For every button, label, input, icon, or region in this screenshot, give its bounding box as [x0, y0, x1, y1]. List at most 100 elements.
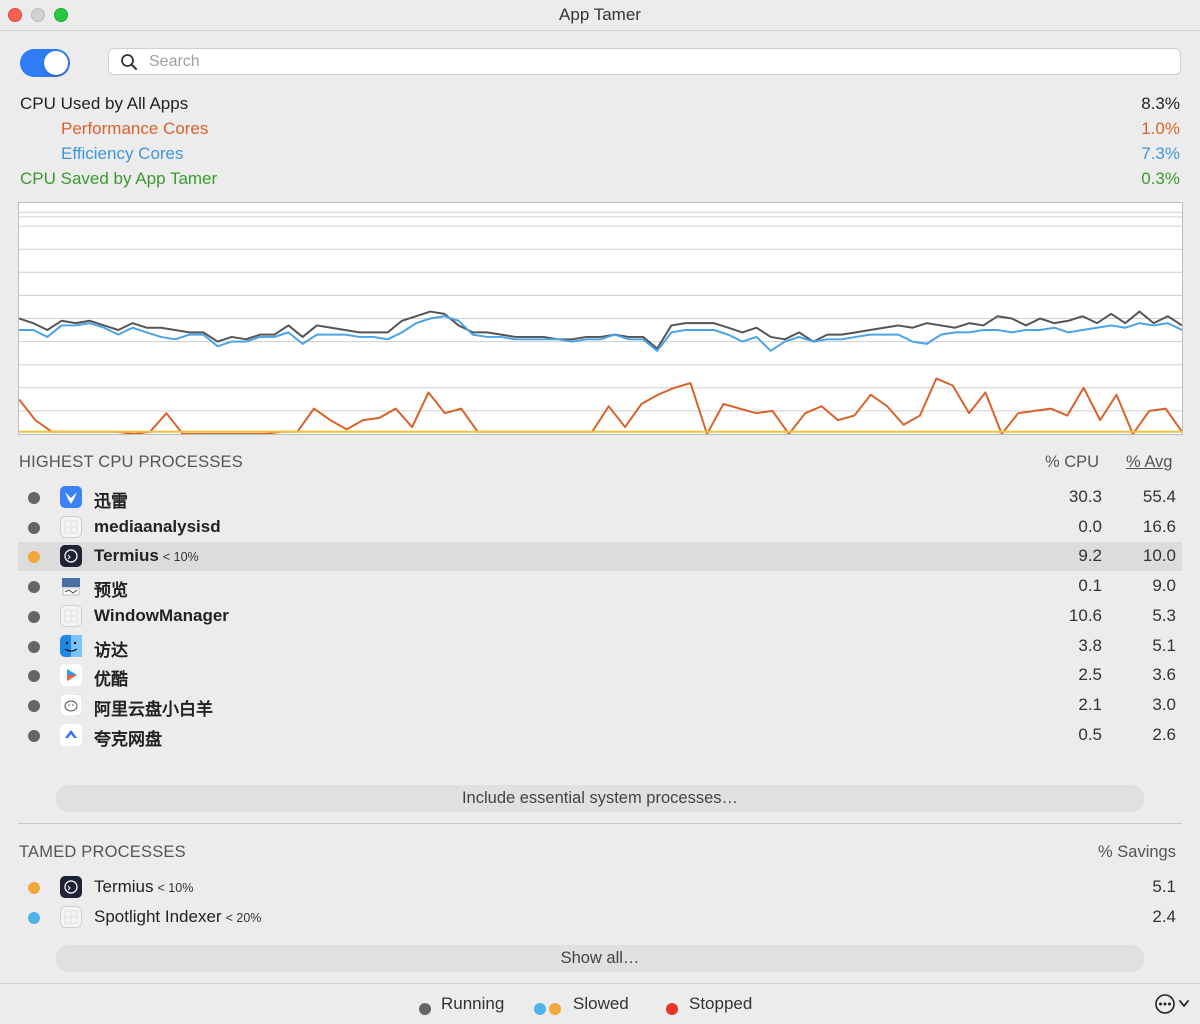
cpu-used-label: CPU Used by All Apps [20, 94, 189, 113]
process-name-text: 优酷 [94, 670, 128, 690]
quark-icon [60, 723, 82, 746]
process-row[interactable]: 优酷 2.5 3.6 [18, 661, 1182, 690]
search-input[interactable] [149, 49, 1149, 74]
youku-icon [60, 664, 82, 687]
status-dot-icon [28, 551, 40, 564]
process-name: 优酷 [94, 665, 128, 690]
include-system-processes-button[interactable]: Include essential system processes… [56, 785, 1144, 812]
process-row[interactable]: 预览 0.1 9.0 [18, 572, 1182, 601]
process-avg-value: 5.3 [1152, 605, 1176, 625]
efficiency-cores-value: 7.3% [1141, 144, 1180, 163]
process-cpu-value: 30.3 [1068, 487, 1102, 506]
process-cpu-value: 3.8 [1078, 635, 1102, 655]
generic-app-icon [60, 515, 82, 538]
process-name-text: 访达 [94, 640, 128, 660]
process-limit-tag: < 10% [162, 550, 199, 565]
tamed-processes-heading: TAMED PROCESSES [19, 843, 186, 861]
process-avg-value: 10.0 [1142, 546, 1176, 566]
legend-stopped: Stopped [689, 994, 753, 1013]
cpu-saved-label: CPU Saved by App Tamer [20, 169, 218, 188]
process-name-text: mediaanalysisd [94, 516, 221, 536]
process-limit-tag: < 20% [225, 911, 262, 925]
slowed-blue-dot-icon [534, 1003, 546, 1015]
app-window: App Tamer CPU Used by All Apps 8.3% Perf… [0, 0, 1200, 1024]
performance-cores-label: Performance Cores [61, 119, 209, 138]
process-name-text: 迅雷 [94, 492, 128, 511]
process-row[interactable]: mediaanalysisd 0.0 16.6 [18, 513, 1182, 542]
window-title: App Tamer [559, 5, 641, 24]
tamed-process-row[interactable]: Termius < 10% 5.1 [18, 873, 1182, 902]
process-cpu-value: 0.1 [1078, 576, 1102, 596]
stopped-dot-icon [666, 1003, 678, 1015]
status-dot-icon [28, 640, 40, 653]
more-options-icon[interactable] [1154, 993, 1194, 1015]
finder-icon [60, 634, 82, 657]
process-row[interactable]: 夸克网盘 0.5 2.6 [18, 721, 1182, 750]
process-name-text: Termius [94, 546, 159, 566]
process-avg-value: 16.6 [1142, 516, 1176, 536]
process-name: Termius < 10% [94, 546, 199, 566]
show-all-button[interactable]: Show all… [56, 945, 1144, 972]
process-name-text: 夸克网盘 [94, 729, 162, 749]
process-name: 预览 [94, 576, 128, 601]
status-dot-icon [28, 521, 40, 534]
savings-column-header[interactable]: % Savings [1098, 843, 1176, 862]
cpu-used-row: CPU Used by All Apps 8.3% [20, 94, 1180, 116]
process-name-text: 预览 [94, 581, 128, 601]
cpu-column-header[interactable]: % CPU [1045, 453, 1099, 472]
process-row[interactable]: 阿里云盘小白羊 2.1 3.0 [18, 691, 1182, 720]
section-divider [18, 823, 1182, 824]
performance-cores-value: 1.0% [1141, 119, 1180, 138]
running-dot-icon [419, 1003, 431, 1015]
process-name: WindowManager [94, 606, 229, 626]
process-cpu-value: 2.5 [1078, 665, 1102, 685]
process-cpu-value: 2.1 [1078, 694, 1102, 714]
performance-cores-line [19, 377, 1182, 434]
process-row[interactable]: 迅雷 30.3 55.4 [18, 483, 1182, 512]
efficiency-cores-row: Efficiency Cores 7.3% [20, 144, 1180, 166]
slowed-orange-dot-icon [549, 1003, 561, 1015]
process-name-text: Termius [94, 877, 154, 896]
process-cpu-value: 0.0 [1078, 516, 1102, 536]
process-row[interactable]: WindowManager 10.6 5.3 [18, 602, 1182, 631]
avg-column-header[interactable]: % Avg [1126, 453, 1172, 472]
cpu-history-chart [18, 202, 1183, 435]
status-dot-icon [28, 670, 40, 683]
sheep-icon [59, 693, 83, 717]
title-bar: App Tamer [0, 0, 1200, 31]
total-cpu-line [19, 310, 1182, 350]
process-cpu-value: 0.5 [1078, 724, 1102, 744]
generic-app-icon [60, 604, 82, 627]
process-avg-value: 55.4 [1142, 487, 1176, 506]
process-cpu-value: 9.2 [1078, 546, 1102, 566]
xunlei-icon [60, 486, 82, 508]
process-savings-value: 5.1 [1152, 877, 1176, 896]
tamed-process-row[interactable]: Spotlight Indexer < 20% 2.4 [18, 903, 1182, 932]
footer-divider [0, 983, 1200, 984]
generic-app-icon [60, 906, 82, 928]
status-dot-icon [28, 610, 40, 623]
process-cpu-value: 10.6 [1068, 605, 1102, 625]
process-name-text: WindowManager [94, 605, 229, 625]
toggle-knob [44, 51, 68, 75]
process-avg-value: 3.0 [1152, 694, 1176, 714]
process-row[interactable]: Termius < 10% 9.2 10.0 [18, 542, 1182, 572]
cpu-saved-value: 0.3% [1141, 169, 1180, 188]
status-dot-icon [28, 729, 40, 742]
status-dot-icon [28, 581, 40, 594]
process-avg-value: 3.6 [1152, 665, 1176, 685]
legend-slowed: Slowed [573, 994, 629, 1013]
process-name: Spotlight Indexer < 20% [94, 907, 261, 927]
process-row[interactable]: 访达 3.8 5.1 [18, 632, 1182, 661]
process-avg-value: 9.0 [1152, 576, 1176, 596]
performance-cores-row: Performance Cores 1.0% [20, 119, 1180, 141]
legend-running: Running [441, 994, 505, 1013]
status-dot-icon [28, 699, 40, 712]
search-field[interactable] [108, 48, 1181, 75]
app-tamer-enable-toggle[interactable] [20, 49, 70, 77]
process-name: Termius < 10% [94, 877, 193, 897]
termius-icon [60, 876, 82, 898]
efficiency-cores-line [19, 315, 1182, 352]
highest-cpu-heading: HIGHEST CPU PROCESSES [19, 453, 243, 471]
status-dot-icon [28, 882, 40, 894]
